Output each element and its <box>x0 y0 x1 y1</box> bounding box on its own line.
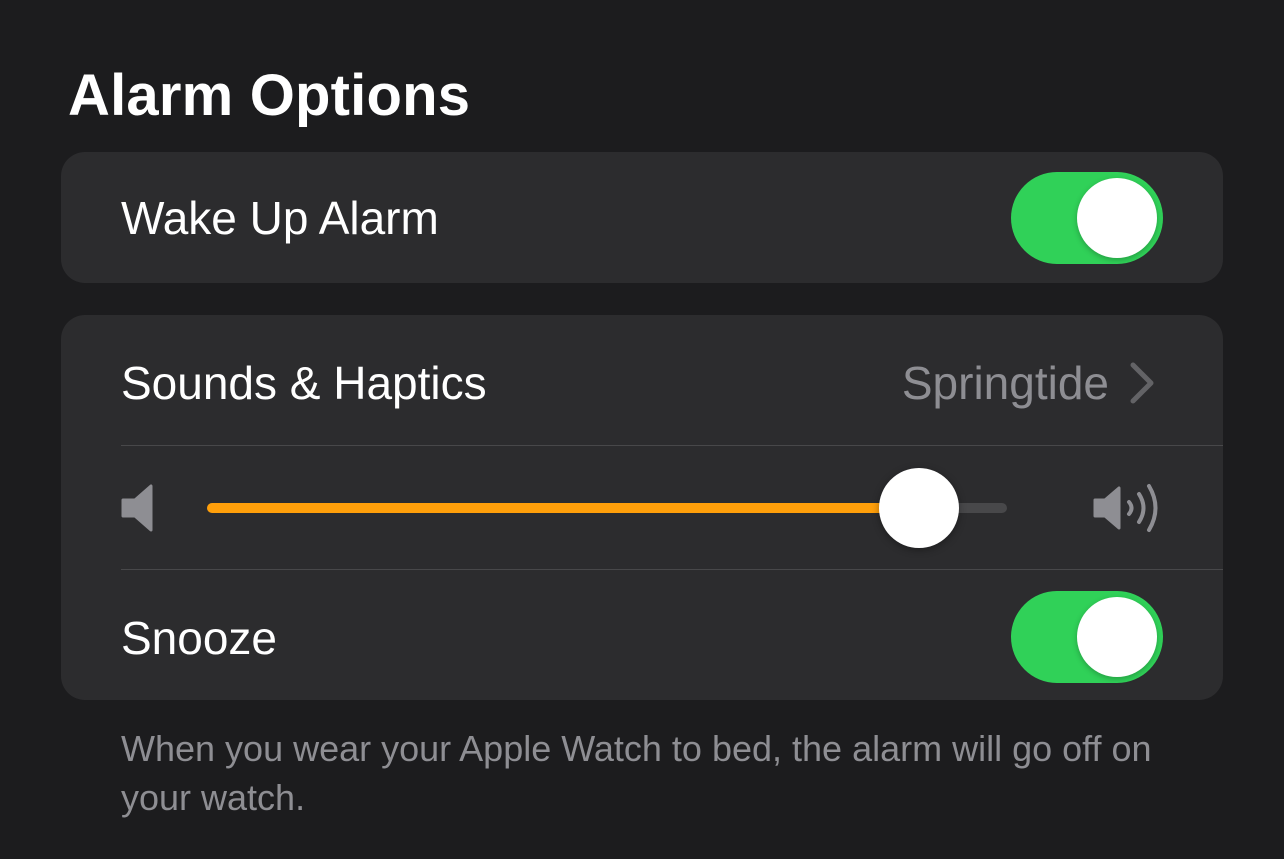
snooze-row: Snooze <box>61 570 1223 700</box>
speaker-high-icon <box>1093 484 1158 532</box>
footer-note: When you wear your Apple Watch to bed, t… <box>121 728 1152 818</box>
sounds-haptics-row[interactable]: Sounds & Haptics Springtide <box>61 315 1223 445</box>
speaker-low-icon <box>121 484 153 532</box>
chevron-right-icon <box>1130 362 1154 404</box>
sounds-haptics-value: Springtide <box>901 357 1109 409</box>
wake-up-alarm-group: Wake Up Alarm <box>61 152 1223 283</box>
volume-slider[interactable] <box>207 468 1007 548</box>
section-title: Alarm Options <box>68 63 471 128</box>
snooze-label: Snooze <box>121 612 278 664</box>
volume-slider-row <box>61 446 1223 569</box>
toggle-knob <box>1077 178 1157 258</box>
toggle-knob <box>1077 597 1157 677</box>
volume-slider-fill <box>207 503 919 513</box>
snooze-toggle[interactable] <box>1011 591 1163 683</box>
wake-up-alarm-toggle[interactable] <box>1011 172 1163 264</box>
wake-up-alarm-label: Wake Up Alarm <box>121 192 439 244</box>
sounds-haptics-label: Sounds & Haptics <box>121 357 487 409</box>
wake-up-alarm-row: Wake Up Alarm <box>61 152 1223 283</box>
alarm-settings-group: Sounds & Haptics Springtide Snooze <box>61 315 1223 700</box>
volume-slider-thumb[interactable] <box>879 468 959 548</box>
